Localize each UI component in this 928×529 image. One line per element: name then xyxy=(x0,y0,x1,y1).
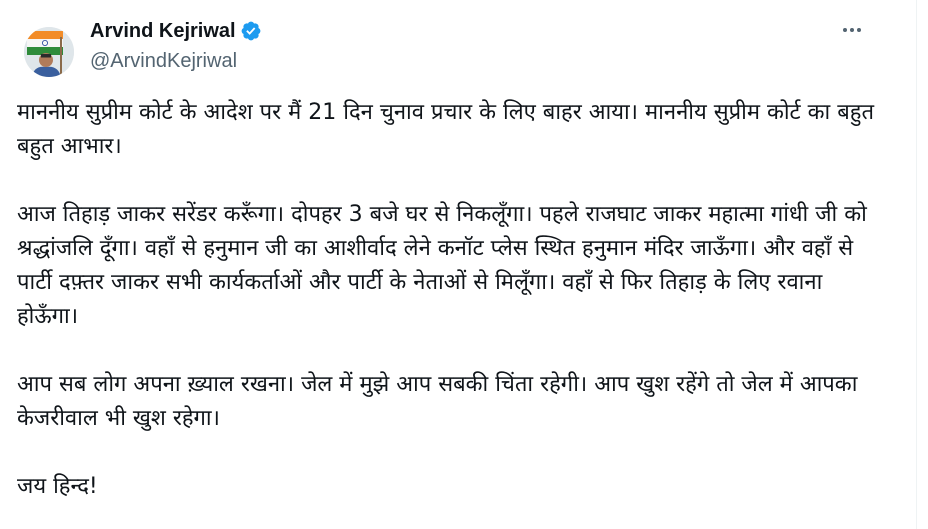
display-name[interactable]: Arvind Kejriwal xyxy=(90,17,236,45)
dot xyxy=(857,28,861,32)
author-handle[interactable]: @ArvindKejriwal xyxy=(90,47,262,75)
tweet-card: Arvind Kejriwal @ArvindKejriwal माननीय स… xyxy=(0,0,916,529)
tweet-paragraph-4: जय हिन्द! xyxy=(17,474,98,499)
more-options-icon[interactable] xyxy=(830,18,874,42)
author-names: Arvind Kejriwal @ArvindKejriwal xyxy=(90,17,262,75)
verified-badge-icon[interactable] xyxy=(240,20,262,42)
dot xyxy=(843,28,847,32)
dot xyxy=(850,28,854,32)
tweet-paragraph-2: आज तिहाड़ जाकर सरेंडर करूँगा। दोपहर 3 बज… xyxy=(17,202,867,329)
tweet-header: Arvind Kejriwal @ArvindKejriwal xyxy=(17,17,876,77)
column-divider xyxy=(916,0,917,529)
tweet-text: माननीय सुप्रीम कोर्ट के आदेश पर मैं 21 द… xyxy=(17,96,887,504)
tweet-paragraph-1: माननीय सुप्रीम कोर्ट के आदेश पर मैं 21 द… xyxy=(17,100,875,159)
tweet-paragraph-3: आप सब लोग अपना ख़्याल रखना। जेल में मुझे… xyxy=(17,372,858,431)
name-row: Arvind Kejriwal xyxy=(90,17,262,45)
avatar[interactable] xyxy=(24,27,74,77)
